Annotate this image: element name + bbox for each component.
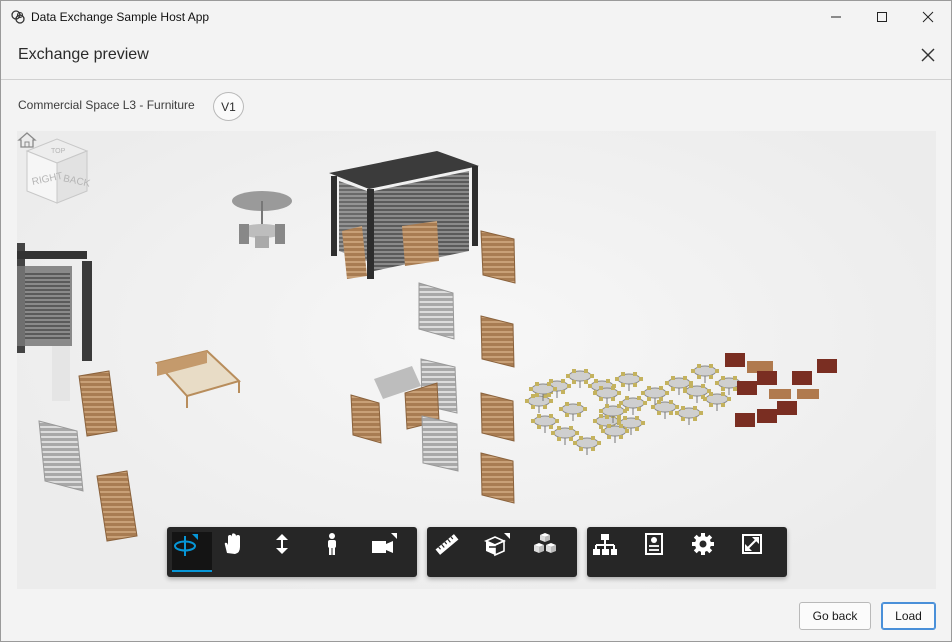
- properties-button[interactable]: [642, 532, 682, 572]
- person-icon: [328, 533, 336, 555]
- measure-button[interactable]: [434, 532, 474, 572]
- section-button[interactable]: [483, 532, 523, 572]
- fullscreen-icon: [742, 534, 762, 554]
- explode-cubes-icon: [534, 533, 556, 553]
- camera-button[interactable]: [370, 532, 410, 572]
- orbit-icon: [174, 534, 198, 556]
- settings-toolbar: [587, 527, 787, 577]
- exchange-name: Commercial Space L3 - Furniture: [18, 98, 195, 112]
- umbrella-table-model[interactable]: [232, 191, 292, 248]
- wood-screen-model[interactable]: [350, 230, 516, 504]
- viewcube-top-face[interactable]: TOP: [51, 148, 66, 155]
- explode-button[interactable]: [532, 532, 572, 572]
- pan-button[interactable]: [220, 532, 260, 572]
- gear-icon: [692, 533, 714, 555]
- section-box-icon: [484, 533, 510, 557]
- hierarchy-icon: [593, 534, 617, 555]
- load-button[interactable]: Load: [881, 602, 936, 630]
- window-title: Data Exchange Sample Host App: [31, 10, 210, 24]
- pergola-center-model[interactable]: [329, 151, 479, 279]
- fullscreen-button[interactable]: [740, 532, 780, 572]
- model-canvas[interactable]: [17, 131, 936, 589]
- window-close-button[interactable]: [905, 1, 951, 32]
- maximize-button[interactable]: [859, 1, 905, 32]
- analysis-toolbar: [427, 527, 577, 577]
- viewcube-widget[interactable]: RIGHT BACK TOP: [17, 131, 97, 221]
- model-viewer[interactable]: RIGHT BACK TOP: [17, 131, 936, 589]
- bed-model[interactable]: [155, 349, 241, 408]
- go-back-button[interactable]: Go back: [799, 602, 871, 630]
- minimize-icon: [831, 16, 841, 17]
- zoom-button[interactable]: [270, 532, 310, 572]
- app-logo-icon: [11, 10, 25, 24]
- title-bar: Data Exchange Sample Host App: [1, 1, 951, 32]
- app-window: Data Exchange Sample Host App Exchange p…: [0, 0, 952, 642]
- ruler-icon: [435, 534, 459, 555]
- dialog-close-icon[interactable]: [919, 46, 937, 64]
- navigation-toolbar: [167, 527, 417, 577]
- page-title: Exchange preview: [18, 46, 149, 63]
- maximize-icon: [877, 11, 887, 22]
- first-person-button[interactable]: [320, 532, 360, 572]
- hand-icon: [224, 533, 240, 554]
- booth-seating-model[interactable]: [725, 353, 837, 427]
- model-browser-button[interactable]: [592, 532, 632, 572]
- camera-icon: [372, 533, 397, 553]
- dialog-header: Exchange preview: [1, 32, 951, 80]
- zoom-arrows-icon: [276, 534, 288, 554]
- properties-panel-icon: [645, 533, 663, 555]
- settings-button[interactable]: [691, 532, 731, 572]
- version-badge[interactable]: V1: [213, 92, 244, 121]
- close-icon: [922, 11, 934, 22]
- orbit-button[interactable]: [172, 532, 212, 572]
- round-tables-model[interactable]: [525, 364, 743, 455]
- minimize-button[interactable]: [813, 1, 859, 32]
